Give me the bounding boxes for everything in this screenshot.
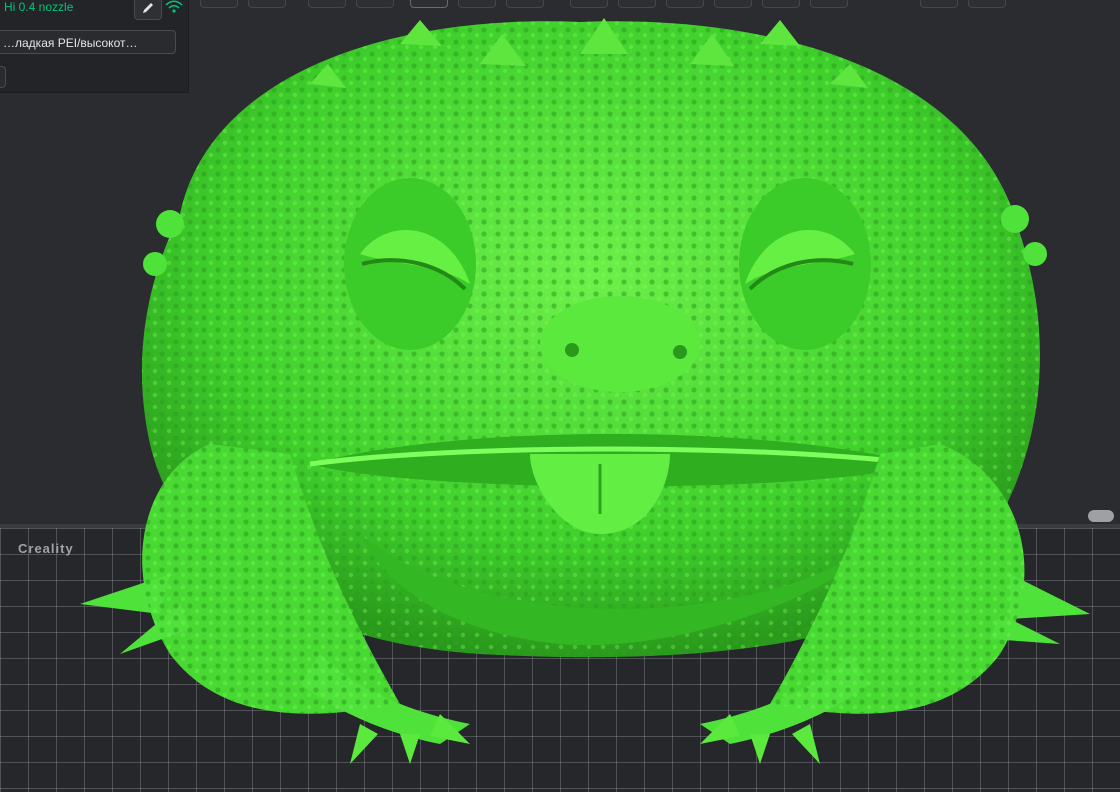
3d-viewport[interactable]: Creality: [0, 0, 1120, 792]
edit-printer-button[interactable]: [134, 0, 162, 20]
toolbar-button-12[interactable]: [762, 0, 800, 8]
toolbar-button-10[interactable]: [666, 0, 704, 8]
toolbar-button-7[interactable]: [506, 0, 544, 8]
top-toolbar: [196, 0, 1120, 8]
toolbar-button-15[interactable]: [968, 0, 1006, 8]
toolbar-button-1[interactable]: [200, 0, 238, 8]
toolbar-button-8[interactable]: [570, 0, 608, 8]
pencil-icon: [143, 3, 153, 13]
plate-type-select[interactable]: …ладкая PEI/высокот…: [0, 30, 176, 54]
toolbar-button-4[interactable]: [356, 0, 394, 8]
wifi-icon: [165, 0, 183, 13]
toolbar-button-6[interactable]: [458, 0, 496, 8]
toolbar-button-13[interactable]: [810, 0, 848, 8]
filament-selector[interactable]: [0, 66, 6, 88]
printer-row: Hi 0.4 nozzle: [0, 0, 188, 20]
toad-model[interactable]: [60, 14, 1100, 784]
toolbar-button-9[interactable]: [618, 0, 656, 8]
toolbar-button-3[interactable]: [308, 0, 346, 8]
toolbar-button-5[interactable]: [410, 0, 448, 8]
printer-name[interactable]: Hi 0.4 nozzle: [4, 0, 73, 14]
toolbar-button-2[interactable]: [248, 0, 286, 8]
printer-settings-panel: Hi 0.4 nozzle …ладкая PEI/высокот…: [0, 0, 189, 93]
toolbar-button-11[interactable]: [714, 0, 752, 8]
toolbar-button-14[interactable]: [920, 0, 958, 8]
